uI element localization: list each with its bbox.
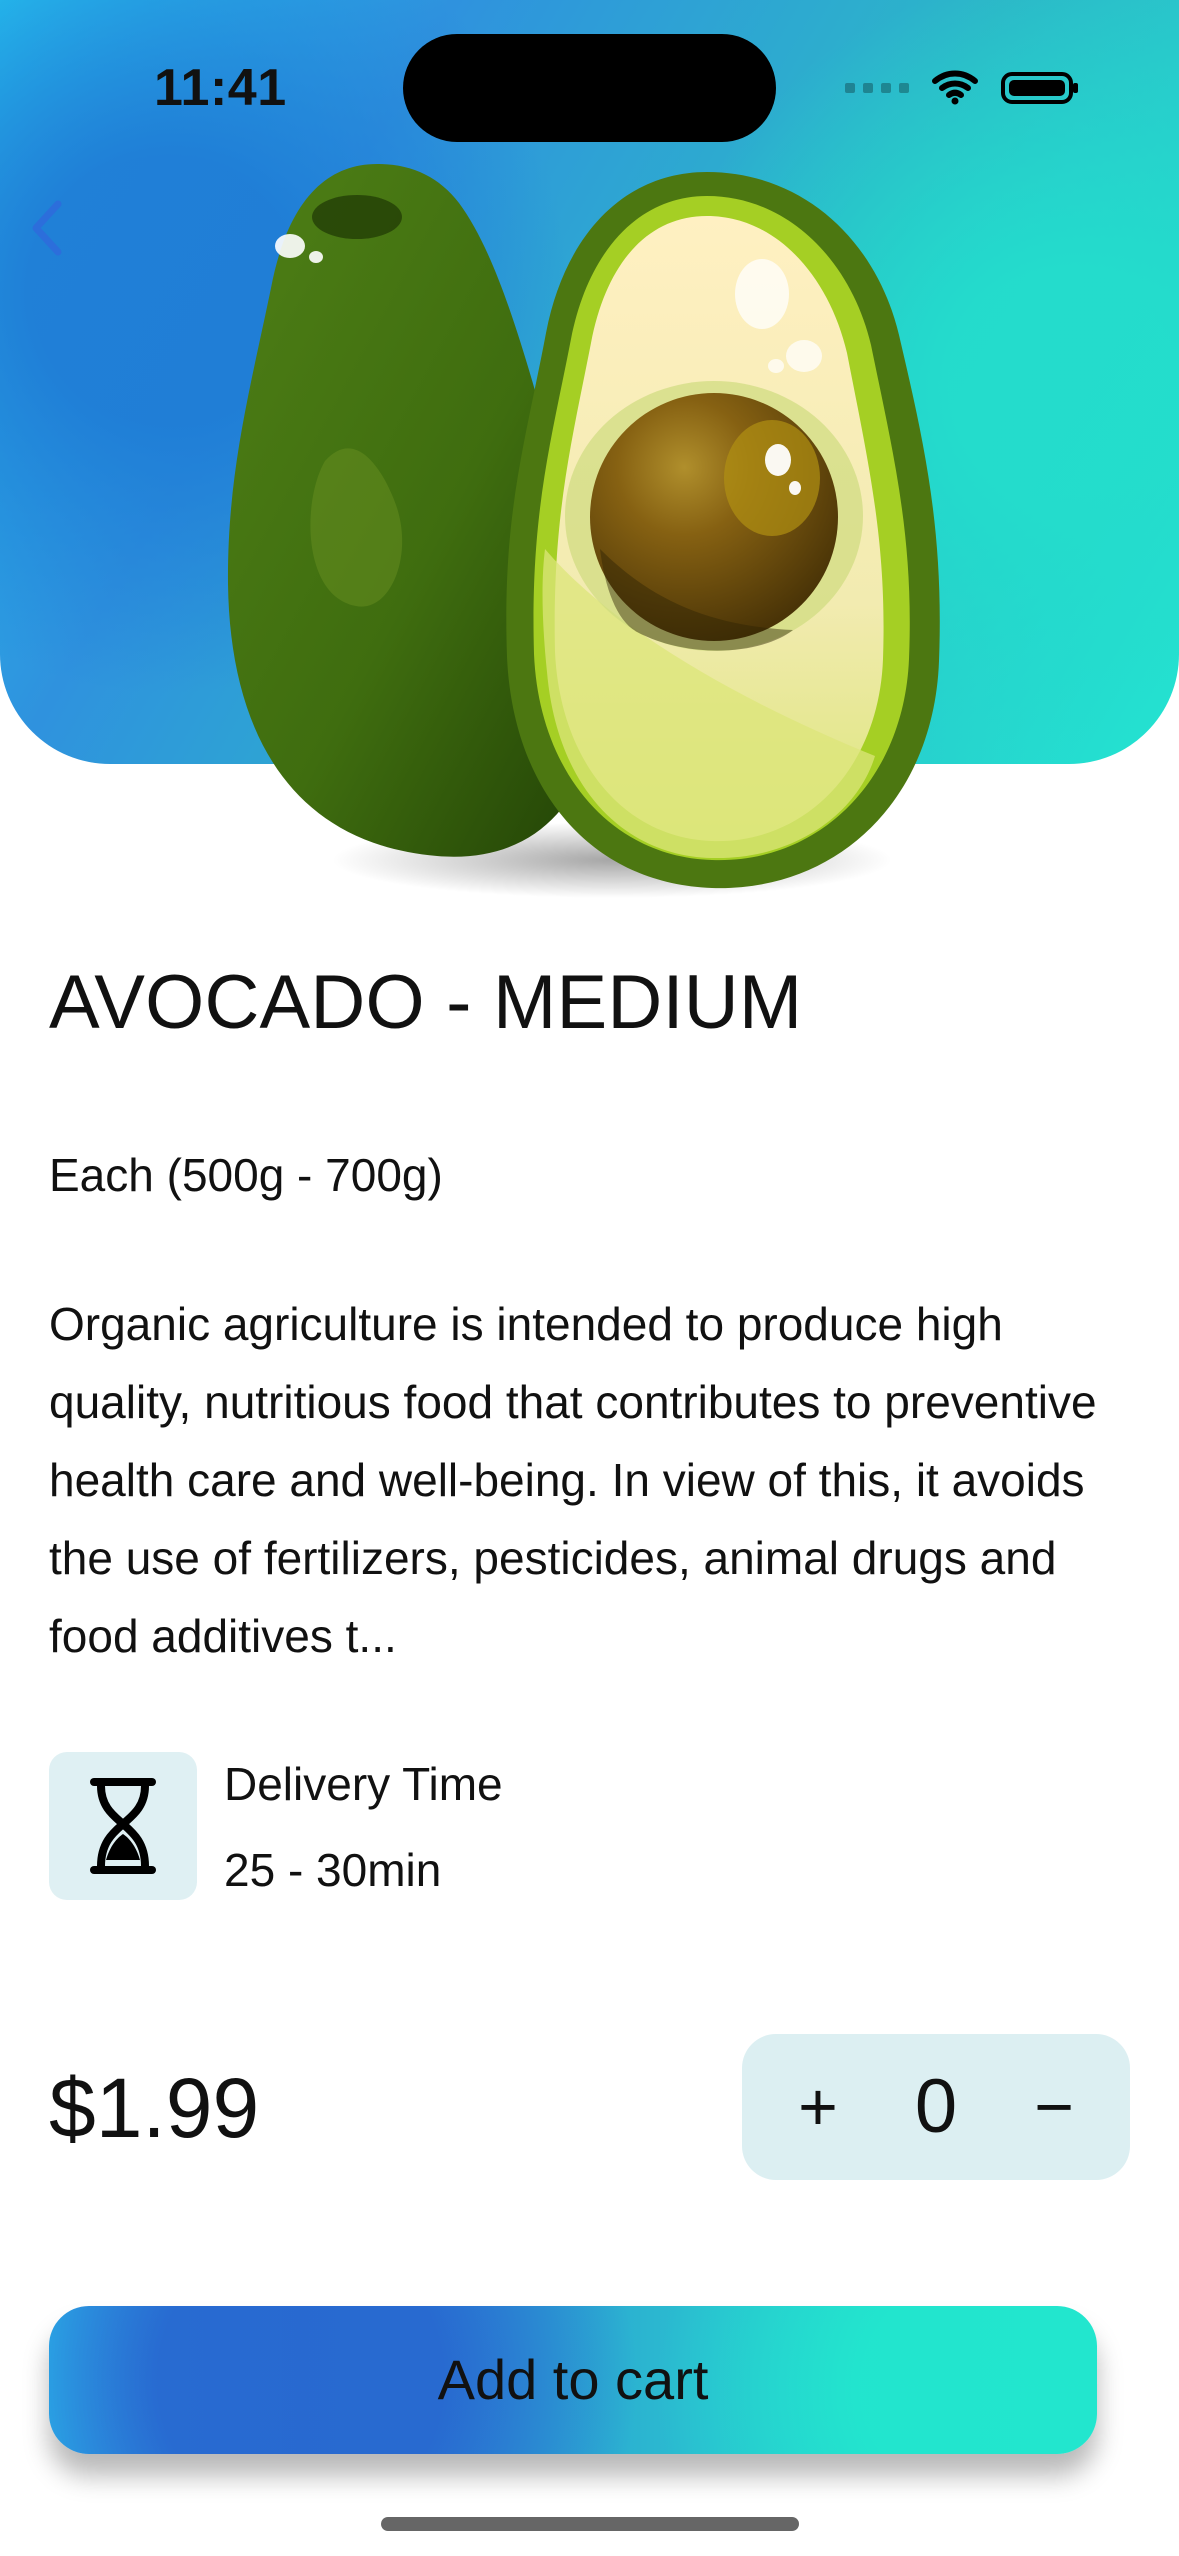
pit-shine bbox=[724, 420, 820, 536]
product-detail-screen: 11:41 AVOCADO - MEDIUM Each (500g - 700g… bbox=[0, 0, 1179, 2556]
product-price: $1.99 bbox=[49, 2061, 260, 2155]
flesh-highlight-tiny bbox=[768, 359, 784, 373]
chevron-left-icon bbox=[32, 200, 62, 256]
flesh-highlight-small bbox=[786, 340, 822, 372]
product-size: Each (500g - 700g) bbox=[49, 1149, 443, 1201]
signal-dot bbox=[845, 83, 855, 93]
avocado-highlight-small bbox=[309, 251, 323, 263]
signal-dot bbox=[899, 83, 909, 93]
delivery-icon-box bbox=[49, 1752, 197, 1900]
signal-icon bbox=[845, 83, 909, 93]
wifi-icon bbox=[932, 70, 978, 105]
add-to-cart-button[interactable]: Add to cart bbox=[49, 2306, 1097, 2454]
pit-highlight bbox=[765, 444, 791, 476]
quantity-value: 0 bbox=[914, 2064, 958, 2149]
battery-icon bbox=[1001, 72, 1078, 104]
pit-highlight-small bbox=[789, 481, 801, 495]
increment-button[interactable]: + bbox=[786, 2073, 850, 2141]
decrement-button[interactable]: − bbox=[1022, 2073, 1086, 2141]
quantity-stepper: + 0 − bbox=[742, 2034, 1130, 2180]
dynamic-island bbox=[403, 34, 776, 142]
product-description: Organic agriculture is intended to produ… bbox=[49, 1298, 1097, 1662]
status-time: 11:41 bbox=[154, 59, 287, 117]
avocado-highlight bbox=[275, 234, 305, 258]
delivery-value: 25 - 30min bbox=[224, 1844, 442, 1896]
home-indicator bbox=[381, 2517, 799, 2531]
hourglass-icon bbox=[90, 1778, 156, 1874]
signal-dot bbox=[881, 83, 891, 93]
signal-dot bbox=[863, 83, 873, 93]
back-button[interactable] bbox=[18, 194, 74, 262]
avocado-stem-spot bbox=[312, 195, 402, 239]
status-icons bbox=[845, 70, 1081, 106]
avocado-illustration bbox=[227, 164, 940, 898]
delivery-label: Delivery Time bbox=[224, 1758, 503, 1810]
flesh-highlight bbox=[735, 259, 789, 329]
product-title: AVOCADO - MEDIUM bbox=[49, 960, 803, 1045]
